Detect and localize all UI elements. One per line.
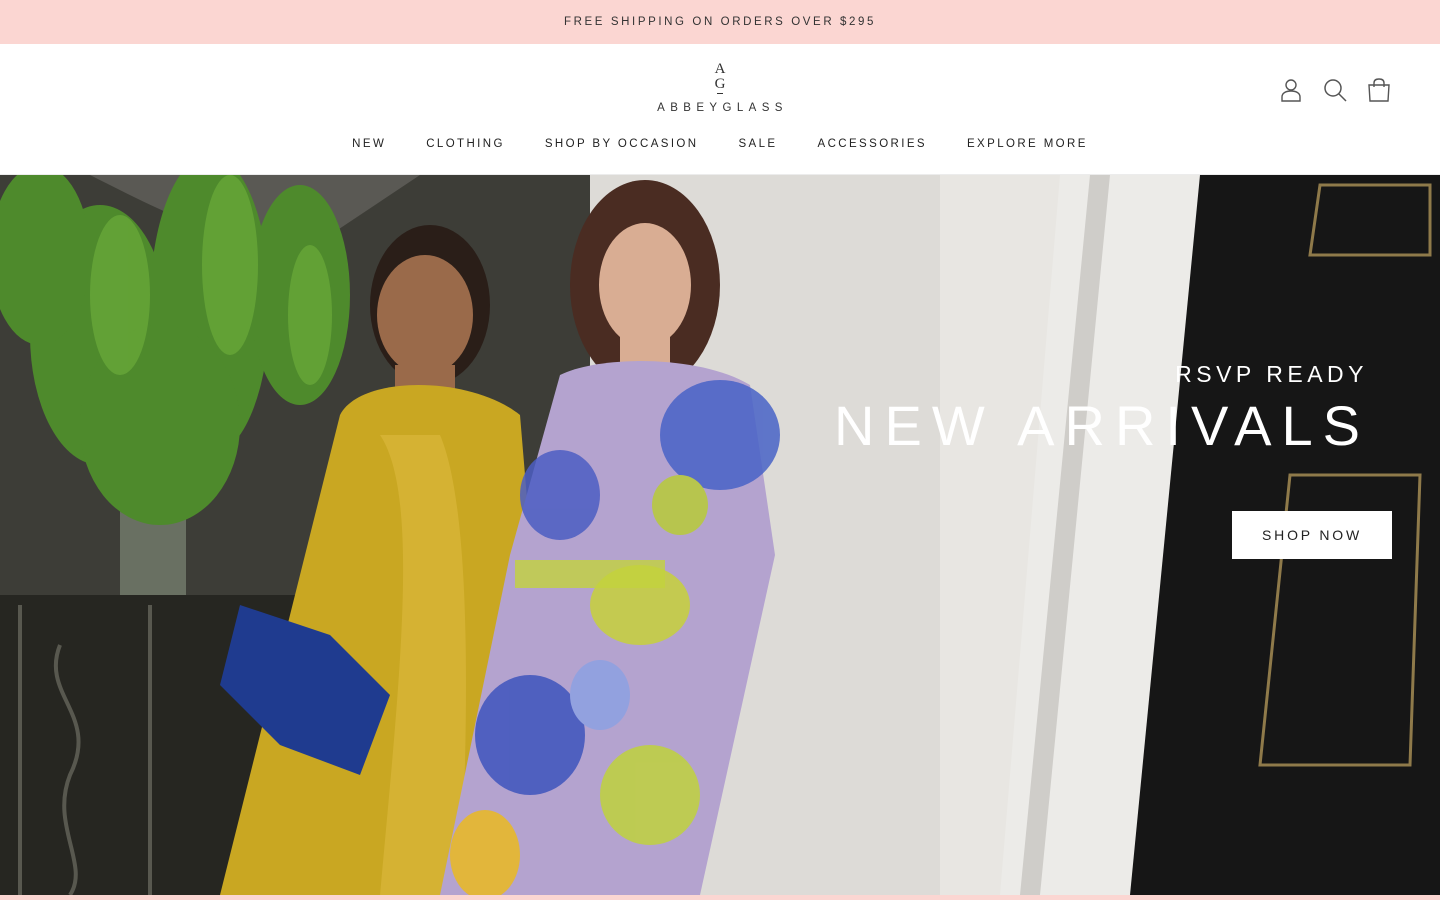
cart-button[interactable] <box>1366 76 1392 104</box>
search-button[interactable] <box>1322 76 1348 104</box>
nav-item-new[interactable]: NEW <box>332 138 406 150</box>
nav-item-explore-more[interactable]: EXPLORE MORE <box>947 138 1108 150</box>
nav-item-sale[interactable]: SALE <box>718 138 797 150</box>
logo-monogram-bottom: G <box>714 76 726 92</box>
nav-item-accessories[interactable]: ACCESSORIES <box>798 138 947 150</box>
account-button[interactable] <box>1278 76 1304 104</box>
nav-item-shop-by-occasion[interactable]: SHOP BY OCCASION <box>525 138 719 150</box>
search-icon <box>1324 79 1347 102</box>
hero-banner[interactable]: RSVP READY NEW ARRIVALS SHOP NOW <box>0 175 1440 895</box>
hero-title: NEW ARRIVALS <box>834 394 1370 457</box>
announcement-text: FREE SHIPPING ON ORDERS OVER $295 <box>563 16 877 28</box>
logo-monogram: A G <box>640 62 800 94</box>
page-bottom-strip <box>0 895 1440 900</box>
user-icon <box>1281 79 1301 102</box>
site-header: A G ABBEYGLASS NEW CLOTHING SHOP BY OCCA… <box>0 44 1440 175</box>
hero-kicker: RSVP READY <box>1175 361 1368 387</box>
announcement-bar: FREE SHIPPING ON ORDERS OVER $295 <box>0 0 1440 44</box>
header-icons <box>1278 76 1392 104</box>
main-nav: NEW CLOTHING SHOP BY OCCASION SALE ACCES… <box>0 138 1440 150</box>
brand-logo[interactable]: A G ABBEYGLASS <box>640 62 800 118</box>
hero-photo <box>0 175 1440 895</box>
logo-monogram-top: A <box>714 61 726 77</box>
shop-now-button[interactable]: SHOP NOW <box>1232 511 1392 559</box>
logo-wordmark: ABBEYGLASS <box>657 102 788 114</box>
logo-divider <box>717 93 723 94</box>
nav-item-clothing[interactable]: CLOTHING <box>406 138 525 150</box>
shopping-bag-icon <box>1368 78 1390 102</box>
